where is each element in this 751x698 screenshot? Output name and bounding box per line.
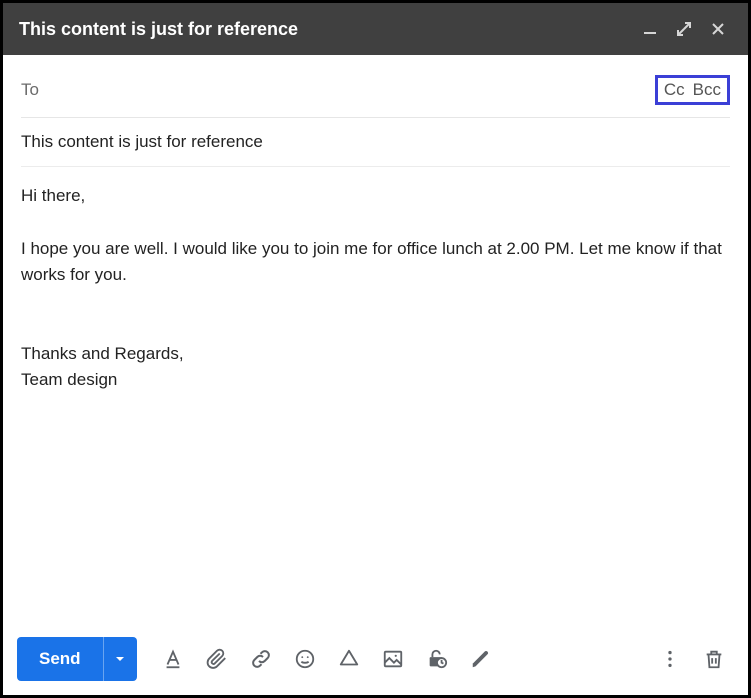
recipients-row: To Cc Bcc xyxy=(21,65,730,118)
attachment-icon[interactable] xyxy=(197,639,237,679)
cc-bcc-highlight: Cc Bcc xyxy=(655,75,730,105)
to-input[interactable] xyxy=(49,78,655,102)
subject-row xyxy=(21,118,730,167)
window-title: This content is just for reference xyxy=(19,19,630,40)
confidential-icon[interactable] xyxy=(417,639,457,679)
subject-input[interactable] xyxy=(21,132,730,152)
send-group: Send xyxy=(17,637,137,681)
minimize-icon[interactable] xyxy=(636,15,664,43)
to-label: To xyxy=(21,80,39,100)
formatting-icon[interactable] xyxy=(153,639,193,679)
emoji-icon[interactable] xyxy=(285,639,325,679)
send-options-button[interactable] xyxy=(103,637,137,681)
more-options-icon[interactable] xyxy=(650,639,690,679)
image-icon[interactable] xyxy=(373,639,413,679)
drive-icon[interactable] xyxy=(329,639,369,679)
message-body[interactable]: Hi there, I hope you are well. I would l… xyxy=(21,167,730,625)
pen-icon[interactable] xyxy=(461,639,501,679)
compose-body: To Cc Bcc Hi there, I hope you are well.… xyxy=(3,55,748,625)
window-titlebar: This content is just for reference xyxy=(3,3,748,55)
cc-button[interactable]: Cc xyxy=(664,80,685,100)
send-button[interactable]: Send xyxy=(17,637,103,681)
bcc-button[interactable]: Bcc xyxy=(693,80,721,100)
expand-icon[interactable] xyxy=(670,15,698,43)
compose-toolbar: Send xyxy=(3,625,748,695)
link-icon[interactable] xyxy=(241,639,281,679)
close-icon[interactable] xyxy=(704,15,732,43)
trash-icon[interactable] xyxy=(694,639,734,679)
